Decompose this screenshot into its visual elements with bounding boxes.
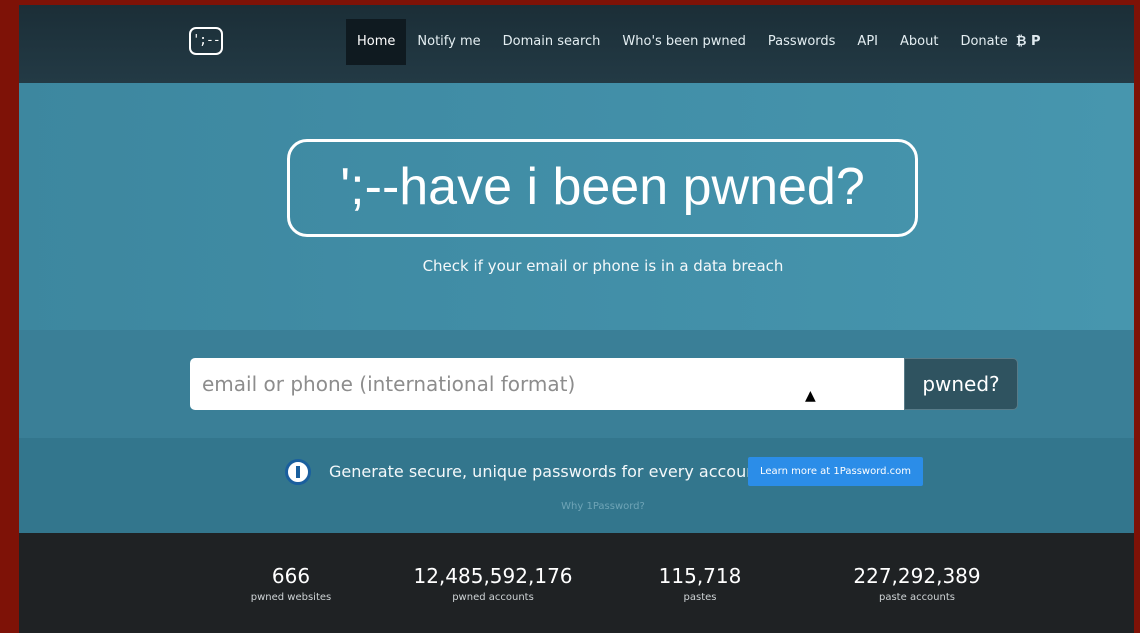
stat-pwned-websites: 666 pwned websites <box>241 564 341 603</box>
stat-label: pwned accounts <box>452 592 534 603</box>
stat-value: 666 <box>271 564 311 588</box>
learn-more-button[interactable]: Learn more at 1Password.com <box>748 457 923 486</box>
onepassword-promo: Generate secure, unique passwords for ev… <box>19 438 1134 533</box>
stat-label: pastes <box>683 592 717 603</box>
nav-menu: Home Notify me Domain search Who's been … <box>346 19 1052 65</box>
stat-label: paste accounts <box>879 592 955 603</box>
stat-value: 12,485,592,176 <box>413 564 573 588</box>
pwned-button[interactable]: pwned? <box>904 358 1018 410</box>
nav-item-passwords[interactable]: Passwords <box>757 19 847 65</box>
stat-pastes: 115,718 pastes <box>645 564 755 603</box>
top-navbar: ';-- Home Notify me Domain search Who's … <box>19 5 1134 83</box>
nav-item-whos-been-pwned[interactable]: Who's been pwned <box>611 19 757 65</box>
nav-item-home[interactable]: Home <box>346 19 407 65</box>
stat-paste-accounts: 227,292,389 paste accounts <box>847 564 987 603</box>
stat-label: pwned websites <box>250 592 332 603</box>
search-section: pwned? ▲ <box>19 330 1134 438</box>
mouse-cursor-icon: ▲ <box>805 388 816 404</box>
browser-viewport: ';-- Home Notify me Domain search Who's … <box>19 5 1134 633</box>
stat-value: 115,718 <box>658 564 742 588</box>
stat-value: 227,292,389 <box>853 564 981 588</box>
page-subtitle: Check if your email or phone is in a dat… <box>422 257 784 275</box>
nav-item-notify-me[interactable]: Notify me <box>406 19 491 65</box>
search-input[interactable] <box>190 358 906 410</box>
nav-item-about[interactable]: About <box>889 19 949 65</box>
donate-label: Donate <box>960 34 1008 49</box>
stat-pwned-accounts: 12,485,592,176 pwned accounts <box>403 564 583 603</box>
why-onepassword-link[interactable]: Why 1Password? <box>19 501 1134 512</box>
nav-item-donate[interactable]: Donate ₿ P <box>949 19 1051 65</box>
nav-item-api[interactable]: API <box>846 19 889 65</box>
promo-text: Generate secure, unique passwords for ev… <box>329 462 763 481</box>
onepassword-icon <box>285 459 311 485</box>
stats-bar: 666 pwned websites 12,485,592,176 pwned … <box>19 533 1134 633</box>
hero-section: ';--have i been pwned? Check if your ema… <box>19 83 1134 330</box>
site-logo[interactable]: ';-- <box>189 27 223 55</box>
nav-item-domain-search[interactable]: Domain search <box>492 19 612 65</box>
bitcoin-paypal-icon: ₿ P <box>1015 34 1041 49</box>
page-title: ';--have i been pwned? <box>287 139 918 237</box>
